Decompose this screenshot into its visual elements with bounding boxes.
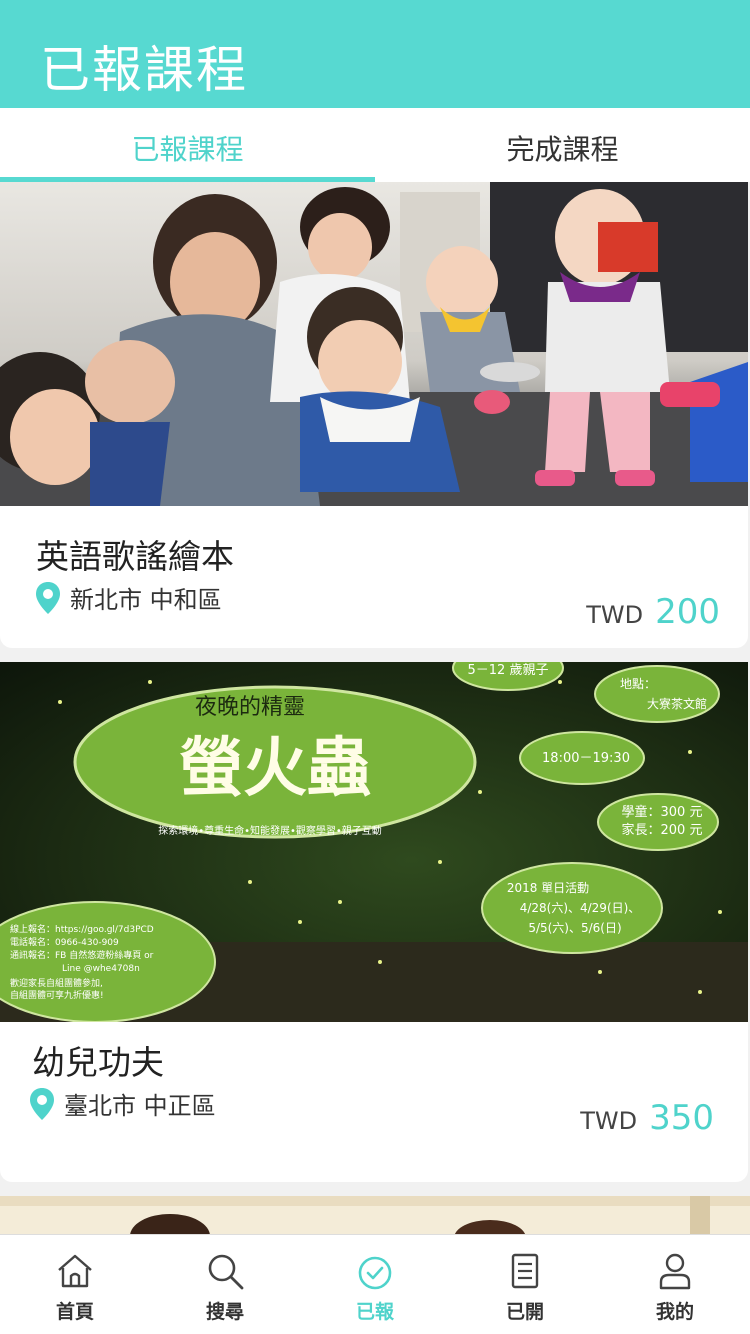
- tab-completed[interactable]: 完成課程: [375, 108, 750, 182]
- course-location: 臺北市 中正區: [30, 1086, 216, 1121]
- document-icon: [511, 1253, 539, 1289]
- course-title: 英語歌謠繪本: [36, 537, 234, 576]
- location-pin-icon: [36, 581, 60, 614]
- course-price: TWD 350: [580, 1098, 714, 1138]
- tabbar-opened-label: 已開: [505, 1301, 544, 1323]
- app-header: 已報課程: [0, 0, 750, 108]
- tabbar-opened[interactable]: 已開: [450, 1235, 600, 1334]
- tabbar-registered-label: 已報: [355, 1301, 394, 1323]
- tabbar-profile-label: 我的: [655, 1301, 694, 1323]
- tabbar-search[interactable]: 搜尋: [150, 1235, 300, 1334]
- price-currency: TWD: [580, 1107, 638, 1135]
- course-location-text: 新北市 中和區: [70, 586, 222, 614]
- course-image: [0, 182, 748, 506]
- poster-place: 大寮茶文館: [647, 696, 707, 711]
- tabbar-profile[interactable]: 我的: [600, 1235, 750, 1334]
- course-image-partial[interactable]: [0, 1196, 750, 1236]
- poster-fee-child: 學童：300 元: [622, 804, 703, 820]
- course-image: 夜晚的精靈 螢火蟲 探索環境•尊重生命•知能發展•觀察學習•親子互動 5－12 …: [0, 662, 748, 1022]
- course-card[interactable]: 英語歌謠繪本 新北市 中和區 TWD 200: [0, 182, 748, 648]
- search-icon: [208, 1254, 244, 1290]
- course-title: 幼兒功夫: [32, 1043, 164, 1082]
- location-pin-icon: [30, 1087, 54, 1120]
- bottom-tab-bar: 首頁 搜尋 已報 已開 我的: [0, 1234, 750, 1334]
- tabbar-search-label: 搜尋: [205, 1301, 244, 1323]
- poster-signup-line-6: 自組團體可享九折優惠!: [10, 989, 104, 1001]
- poster-signup-line-4: Line @whe4708n: [62, 964, 140, 974]
- poster-signup-line-1: 線上報名：https://goo.gl/7d3PCD: [10, 923, 154, 935]
- poster-tagline: 探索環境•尊重生命•知能發展•觀察學習•親子互動: [158, 824, 382, 837]
- poster-event-label: 2018 單日活動: [507, 881, 589, 895]
- course-card[interactable]: 夜晚的精靈 螢火蟲 探索環境•尊重生命•知能發展•觀察學習•親子互動 5－12 …: [0, 662, 748, 1182]
- tab-registered[interactable]: 已報課程: [0, 108, 375, 182]
- poster-big-title: 螢火蟲: [179, 732, 371, 806]
- poster-signup-line-3: 通訊報名：FB 自然悠遊粉絲專頁 or: [10, 949, 154, 961]
- poster-heading: 夜晚的精靈: [195, 695, 305, 720]
- poster-dates-1: 4/28(六)、4/29(日)、: [520, 901, 641, 915]
- poster-time: 18:00－19:30: [542, 751, 630, 766]
- course-location: 新北市 中和區: [36, 580, 222, 615]
- tabbar-home-label: 首頁: [55, 1301, 94, 1323]
- poster-place-label: 地點：: [620, 677, 656, 691]
- price-currency: TWD: [586, 601, 644, 629]
- poster-signup-line-5: 歡迎家長自組團體參加,: [10, 977, 103, 989]
- tabbar-home[interactable]: 首頁: [0, 1235, 150, 1334]
- poster-age: 5－12 歲親子: [468, 663, 549, 678]
- course-price: TWD 200: [586, 592, 720, 632]
- poster-signup-line-2: 電話報名：0966-430-909: [10, 936, 119, 948]
- user-icon: [659, 1253, 691, 1290]
- home-icon: [58, 1254, 92, 1288]
- page-title: 已報課程: [40, 41, 248, 99]
- poster-fee-parent: 家長：200 元: [622, 822, 703, 838]
- price-value: 350: [649, 1098, 714, 1138]
- price-value: 200: [655, 592, 720, 632]
- check-circle-icon: [358, 1256, 392, 1290]
- tab-bar-top: 已報課程 完成課程: [0, 108, 750, 182]
- tabbar-registered[interactable]: 已報: [300, 1235, 450, 1334]
- poster-dates-2: 5/5(六)、5/6(日): [528, 921, 621, 935]
- course-location-text: 臺北市 中正區: [64, 1092, 216, 1120]
